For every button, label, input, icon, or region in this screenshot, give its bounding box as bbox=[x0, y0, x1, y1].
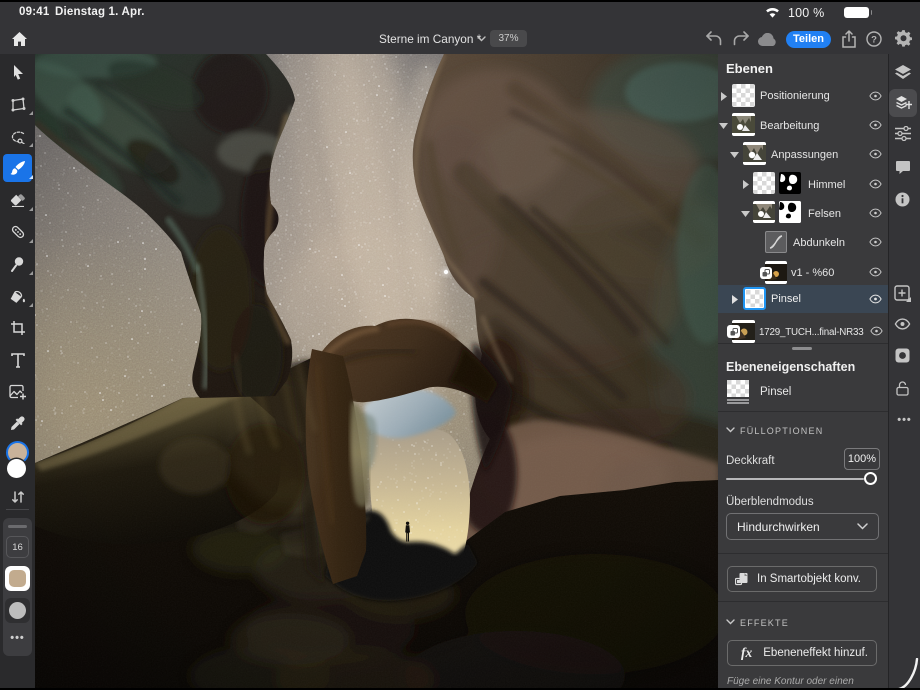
svg-text:?: ? bbox=[871, 35, 877, 46]
